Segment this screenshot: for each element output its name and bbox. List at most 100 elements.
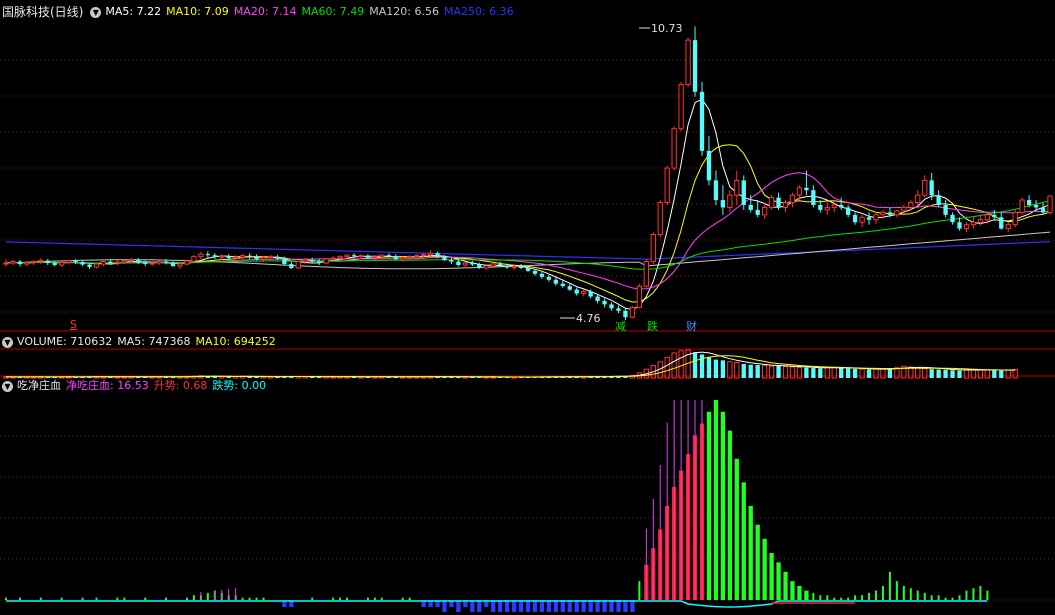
candle-body-up (239, 255, 246, 258)
candle-body-down (449, 260, 454, 262)
candle-body-down (887, 212, 893, 215)
candle-body-up (901, 206, 907, 212)
volume-bar-up (671, 352, 677, 379)
indicator-bar-up (39, 597, 42, 600)
candle-body-down (247, 255, 252, 257)
ma5-label: MA5: 7.22 (105, 5, 162, 18)
candle-body-down (839, 204, 844, 208)
indicator-bar-up (847, 597, 850, 600)
volume-bar-up (880, 368, 886, 379)
indicator-bar-up (401, 597, 404, 600)
candle-body-down (163, 261, 169, 264)
indicator-bar-down (539, 600, 545, 612)
indicator-bar-up (255, 597, 258, 600)
candle-body-up (650, 234, 656, 263)
candle-body-up (24, 262, 30, 265)
indicator-bar-up (895, 581, 898, 600)
indicator-bar-down (553, 600, 558, 612)
indicator-bar-up (797, 585, 802, 600)
candle-body-up (427, 252, 434, 256)
indicator-bar-up (916, 590, 919, 600)
candle-body-down (275, 256, 280, 259)
candle-body-up (761, 206, 768, 216)
candle-body-up (789, 194, 796, 204)
volume-bar-down (852, 368, 858, 378)
volume-bar-up (664, 356, 670, 379)
indicator-bar-down (588, 600, 593, 612)
volume-bar-down (713, 359, 719, 378)
candle-body-up (177, 263, 183, 267)
indicator-bar-up (206, 592, 209, 600)
indicator-bar-up (755, 524, 760, 600)
candle-body-down (720, 200, 726, 208)
indicator-bar-down (504, 600, 510, 612)
indicator-bar-up (408, 597, 411, 600)
indicator-bar-up (840, 597, 843, 600)
indicator-bar-up (868, 592, 871, 600)
candle-body-down (560, 283, 565, 287)
candle-body-down (852, 214, 858, 223)
candle-body-up (413, 255, 420, 258)
volume-label: VOLUME: 710632 (17, 335, 113, 348)
volume-bar-down (741, 364, 746, 378)
indicator-bar-up (144, 597, 147, 600)
candle-body-down (52, 263, 57, 266)
volume-bar-down (804, 367, 809, 378)
indicator-bar-up (741, 482, 746, 600)
candle-body-down (623, 310, 628, 318)
die-marker: 跌 (647, 320, 658, 333)
candle-body-down (999, 217, 1004, 229)
candle-body-up (629, 306, 636, 318)
candle-body-up (831, 204, 837, 208)
indicator-name[interactable]: 吃净庄血 (17, 378, 61, 394)
candle-body-down (1040, 207, 1046, 213)
indicator-bar-down (477, 600, 482, 612)
indicator-bar-up (951, 597, 954, 600)
candle-body-up (880, 211, 886, 216)
indicator-bar-down (525, 600, 531, 612)
indicator-bar-down (581, 600, 586, 612)
stock-name[interactable]: 国脉科技(日线) (2, 4, 83, 20)
candle-body-up (922, 179, 928, 196)
price-panel-menu-icon[interactable]: ▼ (90, 6, 102, 18)
ma120-label: MA120: 6.56 (369, 5, 439, 18)
candle-body-up (3, 262, 9, 265)
candle-body-down (80, 262, 85, 265)
sell-signal-marker: S (70, 318, 77, 331)
candle-body-down (87, 264, 92, 267)
candle-body-up (358, 255, 364, 258)
candle-body-down (386, 255, 391, 257)
indicator-bar-up (248, 597, 251, 600)
candle-body-up (184, 260, 190, 265)
volume-bar-up (963, 369, 970, 379)
candle-body-down (936, 195, 941, 205)
cai-marker: 财 (686, 320, 697, 333)
indicator-panel-menu-icon[interactable]: ▼ (2, 380, 13, 392)
candle-body-up (782, 202, 789, 208)
candle-body-down (609, 304, 614, 309)
candle-body-up (963, 224, 970, 230)
candle-body-up (337, 256, 343, 259)
volume-bar-down (776, 365, 781, 378)
indicator-bar-up (902, 585, 905, 600)
indicator-bar-down (616, 600, 621, 612)
candle-body-up (1047, 195, 1053, 213)
indicator-panel-header: ▼ 吃净庄血 净吃庄血: 16.53 升势: 0.68 跌势: 0.00 (0, 378, 271, 394)
candle-body-up (796, 187, 803, 196)
candle-body-up (915, 194, 921, 204)
candle-body-down (574, 289, 579, 294)
candle-body-down (846, 207, 851, 215)
volume-bar-down (692, 352, 698, 378)
candle-body-up (156, 261, 162, 264)
volume-bar-down (818, 368, 823, 378)
indicator-bar-down (574, 600, 579, 612)
candle-body-down (351, 255, 357, 257)
volume-bar-down (748, 364, 753, 378)
candle-body-up (149, 262, 155, 265)
candle-body-down (616, 308, 621, 311)
kline-chart[interactable] (0, 0, 1055, 615)
indicator-bar-up (986, 590, 989, 600)
volume-panel-menu-icon[interactable]: ▼ (2, 336, 13, 348)
candle-body-down (143, 262, 148, 265)
indicator-bar-up (833, 597, 836, 600)
